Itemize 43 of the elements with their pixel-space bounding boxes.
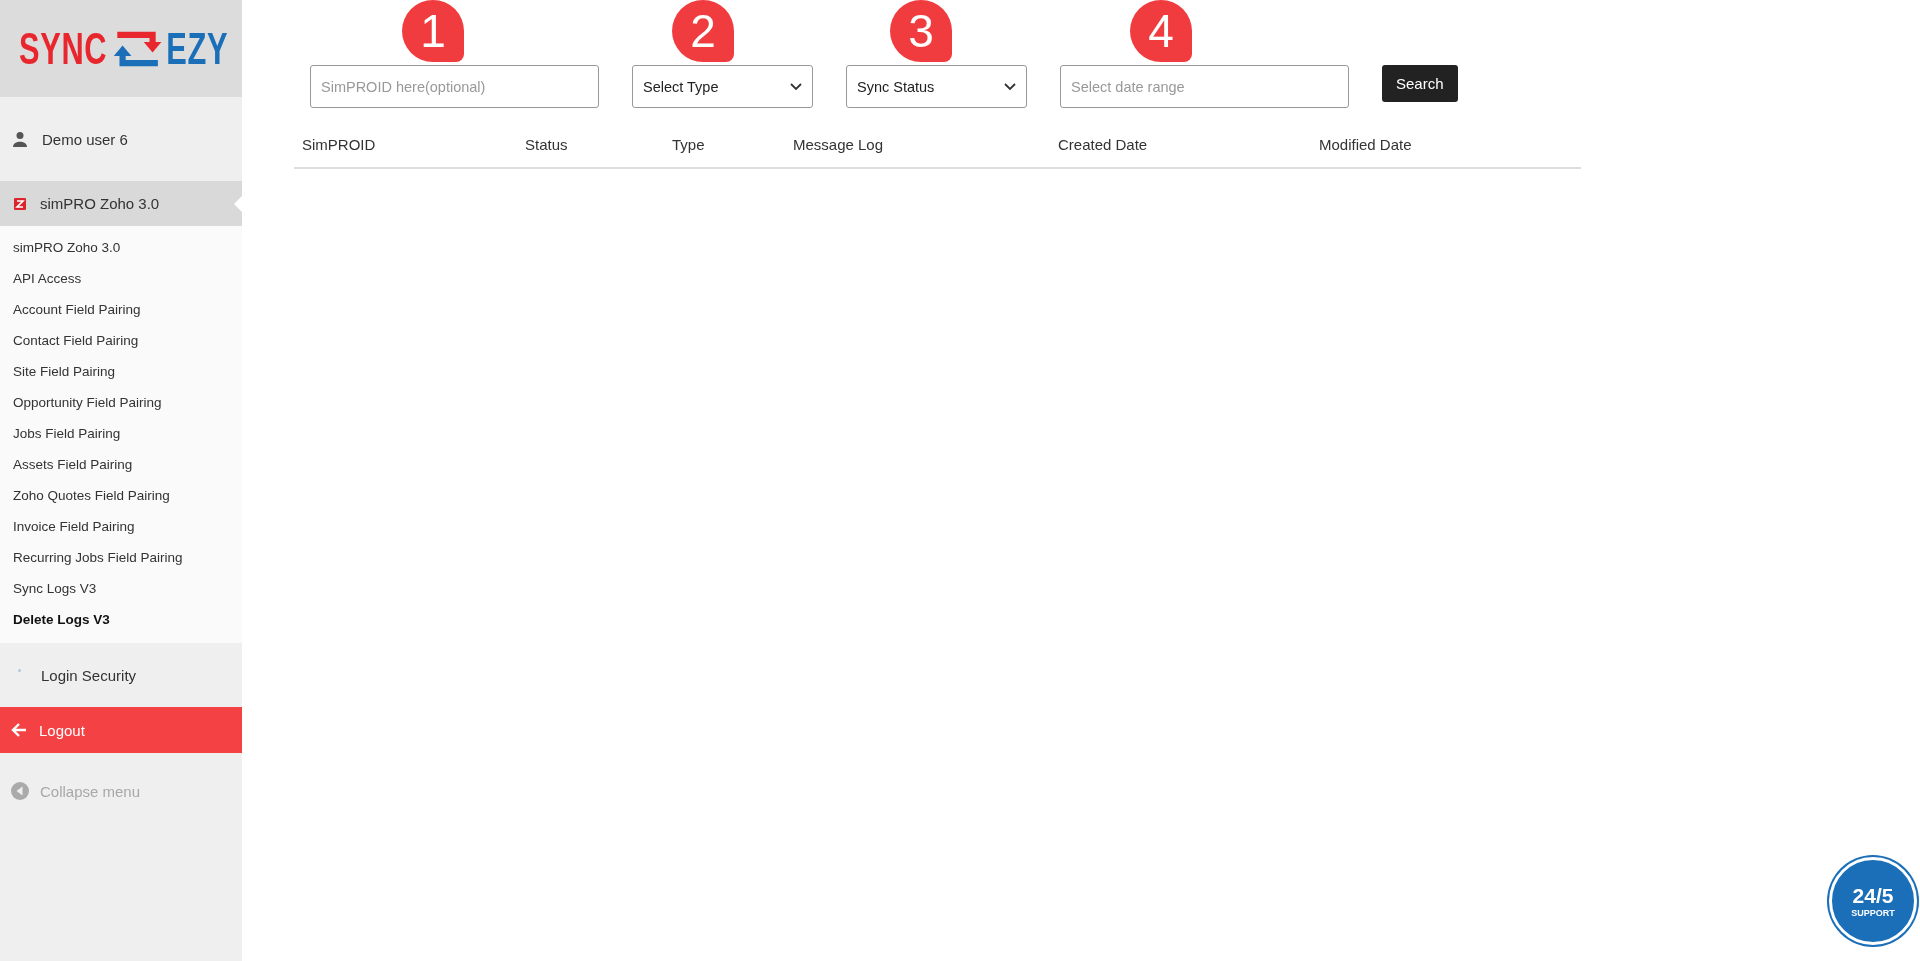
user-icon	[12, 131, 28, 147]
sidebar-item[interactable]: Contact Field Pairing	[0, 325, 242, 356]
sidebar-item[interactable]: Opportunity Field Pairing	[0, 387, 242, 418]
number-marker: 2	[672, 0, 734, 62]
number-marker: 1	[402, 0, 464, 62]
collapse-icon	[11, 782, 29, 800]
sidebar-item[interactable]: Site Field Pairing	[0, 356, 242, 387]
number-marker: 4	[1130, 0, 1192, 62]
sidebar-item[interactable]: Delete Logs V3	[0, 604, 242, 635]
sidebar-item[interactable]: Invoice Field Pairing	[0, 511, 242, 542]
sidebar-item[interactable]: Zoho Quotes Field Pairing	[0, 480, 242, 511]
column-header: Created Date	[1057, 135, 1149, 155]
column-header: SimPROID	[301, 135, 377, 155]
sidebar-item[interactable]: Recurring Jobs Field Pairing	[0, 542, 242, 573]
number-marker: 3	[890, 0, 952, 62]
active-pointer-icon	[234, 196, 242, 212]
input-field[interactable]: Select date range	[1060, 65, 1349, 108]
sidebar-item[interactable]: Account Field Pairing	[0, 294, 242, 325]
logo-text: SYNC	[18, 23, 108, 74]
sidebar-item[interactable]: Jobs Field Pairing	[0, 418, 242, 449]
zoho-icon	[14, 197, 26, 210]
sidebar-item[interactable]: simPRO Zoho 3.0	[0, 232, 242, 263]
dropdown[interactable]: Select Type	[632, 65, 813, 108]
input-field[interactable]: SimPROID here(optional)	[310, 65, 599, 108]
logout-button[interactable]: Logout	[0, 707, 242, 753]
sidebar-item[interactable]: Sync Logs V3	[0, 573, 242, 604]
search-button[interactable]: Search	[1382, 65, 1458, 102]
sidebar-section[interactable]: simPRO Zoho 3.0	[0, 181, 242, 226]
support-badge[interactable]: 24/5 SUPPORT	[1829, 857, 1917, 945]
logo-text: EZY	[166, 23, 229, 74]
user-name: Demo user 6	[42, 130, 128, 148]
sidebar-item[interactable]: Assets Field Pairing	[0, 449, 242, 480]
sidebar-item[interactable]: API Access	[0, 263, 242, 294]
chevron-down-icon	[790, 82, 802, 91]
chevron-down-icon	[1004, 82, 1016, 91]
column-header: Modified Date	[1318, 135, 1413, 155]
column-header: Status	[524, 135, 569, 155]
sidebar-item[interactable]: Login Security	[41, 666, 137, 684]
dot-icon	[18, 668, 21, 672]
arrow-left-icon	[11, 723, 27, 737]
column-header: Message Log	[792, 135, 885, 155]
dropdown[interactable]: Sync Status	[846, 65, 1027, 108]
column-header: Type	[671, 135, 706, 155]
